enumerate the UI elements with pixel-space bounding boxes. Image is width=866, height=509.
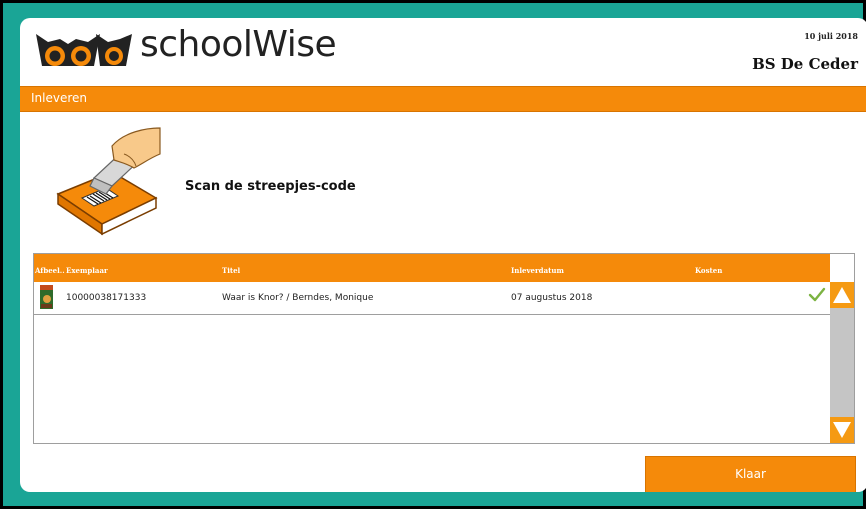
section-title: Inleveren: [31, 91, 88, 105]
table-header: Afbeel.. Exemplaar Titel Inleverdatum Ko…: [34, 254, 830, 282]
check-icon: [808, 287, 826, 302]
column-header-return-date[interactable]: Inleverdatum: [511, 266, 564, 275]
return-date: 07 augustus 2018: [511, 293, 593, 303]
scroll-down-button[interactable]: [830, 417, 854, 443]
owl-logo-icon: [36, 34, 132, 66]
book-cover-thumbnail: [40, 285, 53, 309]
section-bar: Inleveren: [20, 86, 866, 112]
barcode-scanner-icon: [56, 127, 161, 236]
header: schoolWise 10 juli 2018 BS De Ceder: [20, 18, 866, 86]
main-panel: schoolWise 10 juli 2018 BS De Ceder Inle…: [20, 18, 866, 492]
returned-items-table: Afbeel.. Exemplaar Titel Inleverdatum Ko…: [33, 253, 855, 444]
column-header-title[interactable]: Titel: [222, 266, 240, 275]
column-header-copy[interactable]: Exemplaar: [66, 266, 108, 275]
arrow-down-icon: [833, 422, 851, 438]
scan-prompt: Scan de streepjes-code: [185, 179, 356, 194]
arrow-up-icon: [833, 287, 851, 303]
column-header-cost[interactable]: Kosten: [695, 266, 722, 275]
app-name: schoolWise: [140, 24, 337, 65]
table-row[interactable]: 10000038171333 Waar is Knor? / Berndes, …: [34, 282, 830, 315]
copy-number: 10000038171333: [66, 293, 147, 303]
school-name: BS De Ceder: [752, 55, 858, 73]
scrollbar[interactable]: [830, 282, 854, 443]
current-date: 10 juli 2018: [804, 31, 858, 41]
scroll-up-button[interactable]: [830, 282, 854, 308]
column-header-image[interactable]: Afbeel..: [35, 266, 65, 275]
book-title: Waar is Knor? / Berndes, Monique: [222, 293, 374, 303]
app-window: schoolWise 10 juli 2018 BS De Ceder Inle…: [3, 3, 866, 506]
done-button[interactable]: Klaar: [645, 456, 856, 492]
